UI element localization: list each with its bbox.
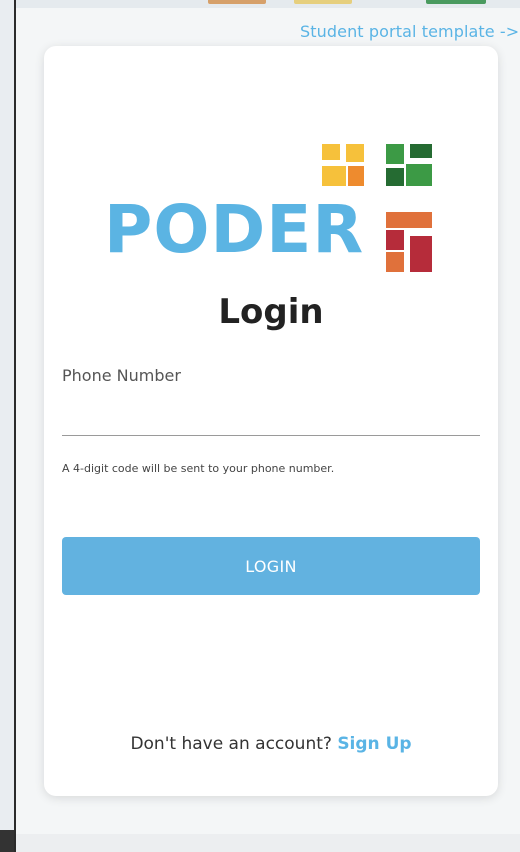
poder-logo: PODER — [104, 144, 434, 272]
phone-number-input[interactable] — [62, 396, 480, 436]
backdrop-left — [0, 0, 14, 852]
backdrop-tab — [426, 0, 486, 4]
signup-prompt: Don't have an account? — [130, 734, 338, 754]
logo-mark-icon — [322, 144, 432, 272]
backdrop-tab — [294, 0, 352, 4]
signup-row: Don't have an account? Sign Up — [44, 734, 498, 754]
helper-text: A 4-digit code will be sent to your phon… — [62, 462, 335, 475]
backdrop-tab — [208, 0, 266, 4]
login-button[interactable]: LOGIN — [62, 537, 480, 595]
phone-number-label: Phone Number — [62, 366, 181, 385]
sign-up-link[interactable]: Sign Up — [337, 734, 411, 754]
page-title: Login — [218, 292, 324, 332]
login-card: PODER Login Phone Number A 4-digit code … — [44, 46, 498, 796]
backdrop-top — [16, 0, 520, 8]
page-viewport: Student portal template -> PODER Login P… — [16, 8, 520, 852]
backdrop-left-edge — [0, 830, 14, 852]
student-portal-template-link[interactable]: Student portal template -> — [300, 22, 520, 41]
footer-strip — [16, 834, 520, 852]
